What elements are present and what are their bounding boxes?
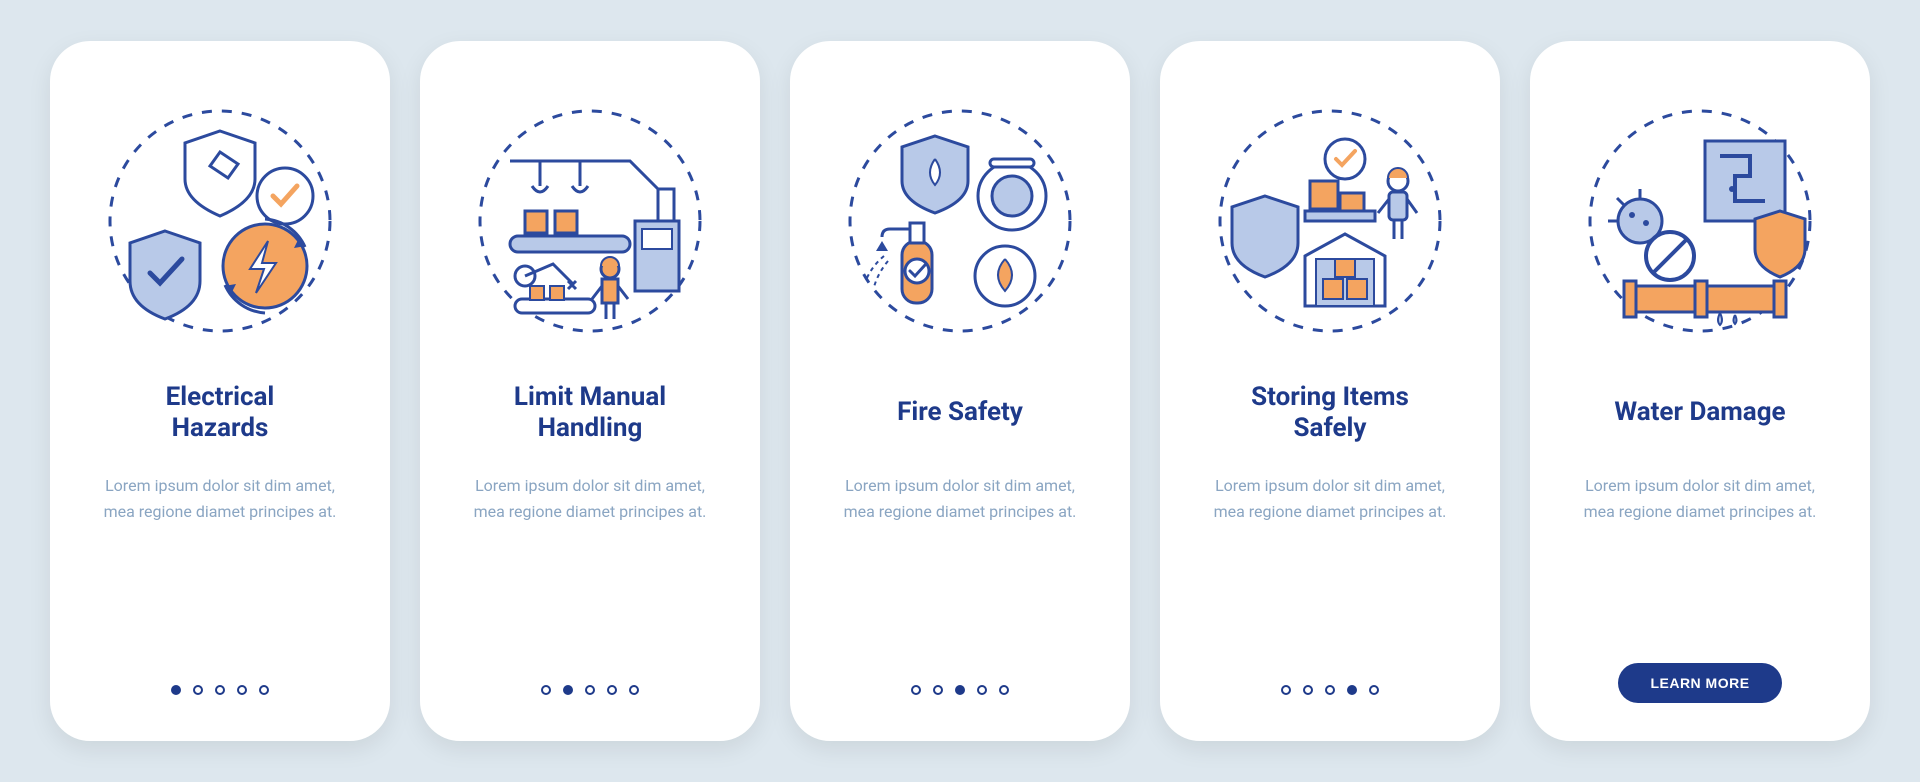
card-body: Lorem ipsum dolor sit dim amet, mea regi… [1200, 473, 1460, 524]
dot-3[interactable] [1325, 685, 1335, 695]
dot-1[interactable] [541, 685, 551, 695]
dot-2[interactable] [193, 685, 203, 695]
dot-1[interactable] [911, 685, 921, 695]
card-title: Fire Safety [897, 381, 1023, 445]
dot-5[interactable] [1369, 685, 1379, 695]
pagination-dots [790, 685, 1130, 695]
pagination-dots [50, 685, 390, 695]
pagination-dots [420, 685, 760, 695]
card-body: Lorem ipsum dolor sit dim amet, mea regi… [90, 473, 350, 524]
dot-4[interactable] [977, 685, 987, 695]
dot-3[interactable] [215, 685, 225, 695]
fire-safety-icon [840, 101, 1080, 341]
dot-4[interactable] [1347, 685, 1357, 695]
card-title: Electrical Hazards [166, 381, 275, 445]
card-title: Water Damage [1614, 381, 1785, 445]
onboarding-card-fire: Fire Safety Lorem ipsum dolor sit dim am… [790, 41, 1130, 741]
onboarding-card-storing: Storing Items Safely Lorem ipsum dolor s… [1160, 41, 1500, 741]
card-body: Lorem ipsum dolor sit dim amet, mea regi… [460, 473, 720, 524]
limit-manual-handling-icon [470, 101, 710, 341]
dot-1[interactable] [1281, 685, 1291, 695]
card-body: Lorem ipsum dolor sit dim amet, mea regi… [1570, 473, 1830, 524]
dot-5[interactable] [999, 685, 1009, 695]
card-body: Lorem ipsum dolor sit dim amet, mea regi… [830, 473, 1090, 524]
card-title: Storing Items Safely [1251, 381, 1409, 445]
dot-4[interactable] [607, 685, 617, 695]
storing-items-safely-icon [1210, 101, 1450, 341]
dot-2[interactable] [563, 685, 573, 695]
dot-3[interactable] [955, 685, 965, 695]
electrical-hazards-icon [100, 101, 340, 341]
dot-5[interactable] [259, 685, 269, 695]
dot-5[interactable] [629, 685, 639, 695]
pagination-dots [1160, 685, 1500, 695]
dot-1[interactable] [171, 685, 181, 695]
card-title: Limit Manual Handling [514, 381, 666, 445]
onboarding-card-electrical: Electrical Hazards Lorem ipsum dolor sit… [50, 41, 390, 741]
dot-3[interactable] [585, 685, 595, 695]
water-damage-icon [1580, 101, 1820, 341]
dot-2[interactable] [933, 685, 943, 695]
onboarding-card-manual: Limit Manual Handling Lorem ipsum dolor … [420, 41, 760, 741]
onboarding-card-water: Water Damage Lorem ipsum dolor sit dim a… [1530, 41, 1870, 741]
dot-2[interactable] [1303, 685, 1313, 695]
dot-4[interactable] [237, 685, 247, 695]
learn-more-button[interactable]: LEARN MORE [1618, 663, 1781, 703]
